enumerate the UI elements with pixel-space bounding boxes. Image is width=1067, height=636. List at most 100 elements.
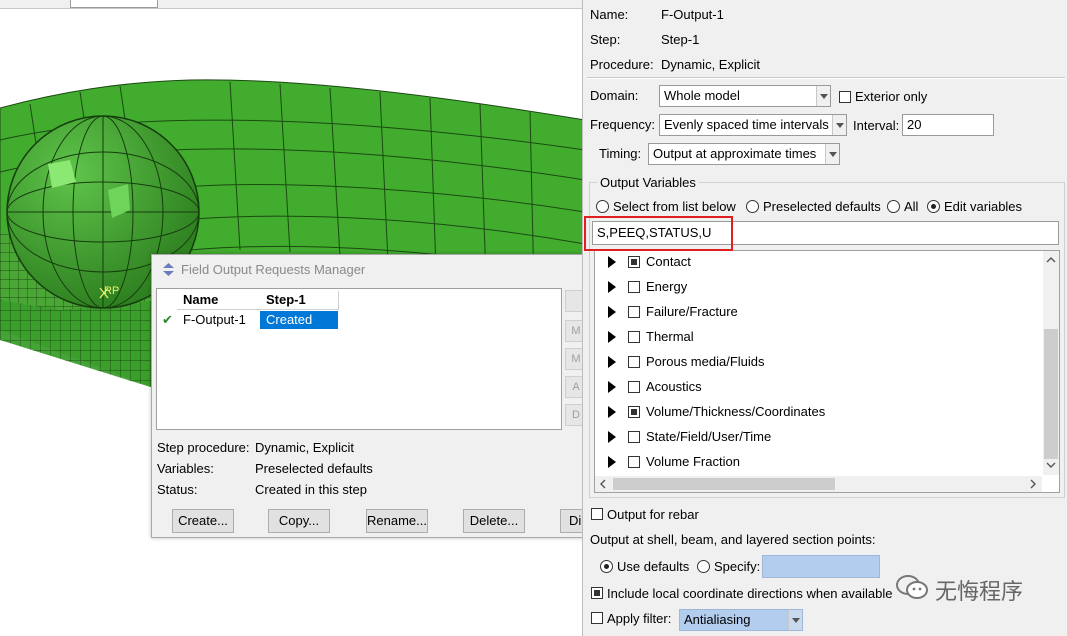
copy-button[interactable]: Copy... — [268, 509, 330, 533]
expand-arrow-icon[interactable] — [608, 456, 616, 468]
table-row-step-status[interactable]: Created — [260, 311, 338, 329]
tree-checkbox[interactable] — [628, 381, 640, 393]
step-label: Step: — [590, 32, 621, 47]
tree-checkbox[interactable] — [628, 306, 640, 318]
tree-item-label: State/Field/User/Time — [646, 429, 772, 444]
tree-checkbox[interactable] — [628, 331, 640, 343]
tree-checkbox[interactable] — [628, 256, 640, 268]
field-output-manager-dialog[interactable]: Field Output Requests Manager Name Step-… — [151, 254, 610, 538]
expand-arrow-icon[interactable] — [608, 331, 616, 343]
procedure-label: Procedure: — [590, 57, 654, 72]
info-procedure-value: Dynamic, Explicit — [255, 440, 354, 455]
tree-item-thermal[interactable]: Thermal — [595, 326, 1035, 348]
tree-item-volume-thickness[interactable]: Volume/Thickness/Coordinates — [595, 401, 1035, 423]
table-row-name[interactable]: F-Output-1 — [183, 311, 246, 329]
local-coord-checkbox[interactable] — [591, 587, 603, 599]
radio-use-defaults[interactable] — [600, 560, 613, 573]
tree-horizontal-scrollbar[interactable] — [595, 476, 1042, 492]
tree-checkbox[interactable] — [628, 356, 640, 368]
radio-preselected-defaults[interactable] — [746, 200, 759, 213]
watermark-text: 无悔程序 — [935, 579, 1024, 604]
expand-arrow-icon[interactable] — [608, 256, 616, 268]
frequency-select[interactable]: Evenly spaced time intervals — [659, 114, 847, 136]
manager-window-icon — [162, 262, 175, 276]
tree-checkbox[interactable] — [628, 406, 640, 418]
output-rebar-label: Output for rebar — [607, 507, 699, 522]
output-variables-tree[interactable]: Contact Energy Failure/Fracture Thermal … — [594, 250, 1060, 493]
radio-all[interactable] — [887, 200, 900, 213]
procedure-value: Dynamic, Explicit — [661, 57, 760, 72]
expand-arrow-icon[interactable] — [608, 431, 616, 443]
expand-arrow-icon[interactable] — [608, 281, 616, 293]
hscrollbar-graphics — [600, 478, 1036, 490]
exterior-only-checkbox[interactable] — [839, 91, 851, 103]
tree-item-label: Contact — [646, 254, 691, 269]
watermark: 无悔程序 — [895, 573, 1023, 607]
edit-field-output-panel: Name: F-Output-1 Step: Step-1 Procedure:… — [582, 0, 1067, 636]
tree-item-acoustics[interactable]: Acoustics — [595, 376, 1035, 398]
radio-use-defaults-label: Use defaults — [617, 559, 690, 574]
output-rebar-checkbox[interactable] — [591, 508, 603, 520]
filter-select[interactable]: Antialiasing — [679, 609, 803, 631]
apply-filter-label: Apply filter: — [607, 611, 672, 626]
radio-specify-label: Specify: — [714, 559, 761, 574]
scrollbar-graphics — [1044, 257, 1058, 468]
divider — [587, 77, 1065, 79]
tree-item-label: Thermal — [646, 329, 694, 344]
apply-filter-checkbox[interactable] — [591, 612, 603, 624]
column-header-step[interactable]: Step-1 — [260, 291, 339, 310]
info-variables-label: Variables: — [157, 461, 214, 476]
radio-edit-variables[interactable] — [927, 200, 940, 213]
chevron-down-icon — [832, 115, 846, 135]
exterior-only-label: Exterior only — [855, 89, 928, 104]
info-variables-value: Preselected defaults — [255, 461, 373, 476]
name-value: F-Output-1 — [661, 7, 724, 22]
tree-checkbox[interactable] — [628, 281, 640, 293]
expand-arrow-icon[interactable] — [608, 406, 616, 418]
name-label: Name: — [590, 7, 629, 22]
timing-select[interactable]: Output at approximate times — [648, 143, 840, 165]
radio-edit-variables-label: Edit variables — [944, 199, 1023, 214]
expand-arrow-icon[interactable] — [608, 381, 616, 393]
timing-label: Timing: — [599, 146, 642, 161]
tree-item-contact[interactable]: Contact — [595, 251, 1035, 273]
filter-select-value: Antialiasing — [684, 612, 751, 627]
tree-item-energy[interactable]: Energy — [595, 276, 1035, 298]
tree-item-volume-fraction[interactable]: Volume Fraction — [595, 451, 1035, 473]
delete-button[interactable]: Delete... — [463, 509, 525, 533]
rename-button[interactable]: Rename... — [366, 509, 428, 533]
info-procedure-label: Step procedure: — [157, 440, 250, 455]
manager-title: Field Output Requests Manager — [181, 261, 366, 277]
interval-input[interactable]: 20 — [902, 114, 994, 136]
reference-point-label: RP — [104, 285, 120, 297]
tree-item-porous-media[interactable]: Porous media/Fluids — [595, 351, 1035, 373]
section-points-label: Output at shell, beam, and layered secti… — [590, 532, 876, 547]
tree-item-label: Energy — [646, 279, 688, 294]
expand-arrow-icon[interactable] — [608, 356, 616, 368]
manager-table[interactable]: Name Step-1 ✔ F-Output-1 Created — [156, 288, 562, 430]
manager-titlebar[interactable]: Field Output Requests Manager — [162, 261, 365, 277]
chevron-down-icon — [788, 610, 802, 630]
tree-item-failure-fracture[interactable]: Failure/Fracture — [595, 301, 1035, 323]
tree-checkbox[interactable] — [628, 456, 640, 468]
tree-checkbox[interactable] — [628, 431, 640, 443]
tree-item-label: Failure/Fracture — [646, 304, 738, 319]
tree-item-label: Acoustics — [646, 379, 702, 394]
domain-label: Domain: — [590, 88, 639, 103]
expand-arrow-icon[interactable] — [608, 306, 616, 318]
chevron-down-icon — [825, 144, 839, 164]
domain-select-value: Whole model — [664, 88, 740, 103]
create-button[interactable]: Create... — [172, 509, 234, 533]
tree-item-label: Volume/Thickness/Coordinates — [646, 404, 826, 419]
info-status-label: Status: — [157, 482, 198, 497]
timing-select-value: Output at approximate times — [653, 146, 817, 161]
radio-specify[interactable] — [697, 560, 710, 573]
interval-label: Interval: — [853, 118, 900, 133]
output-variables-label: Output Variables — [597, 175, 699, 190]
column-header-name[interactable]: Name — [177, 291, 262, 310]
radio-select-from-list[interactable] — [596, 200, 609, 213]
specify-input[interactable] — [762, 555, 880, 578]
tree-item-state-field[interactable]: State/Field/User/Time — [595, 426, 1035, 448]
domain-select[interactable]: Whole model — [659, 85, 831, 107]
tree-vertical-scrollbar[interactable] — [1043, 251, 1059, 475]
